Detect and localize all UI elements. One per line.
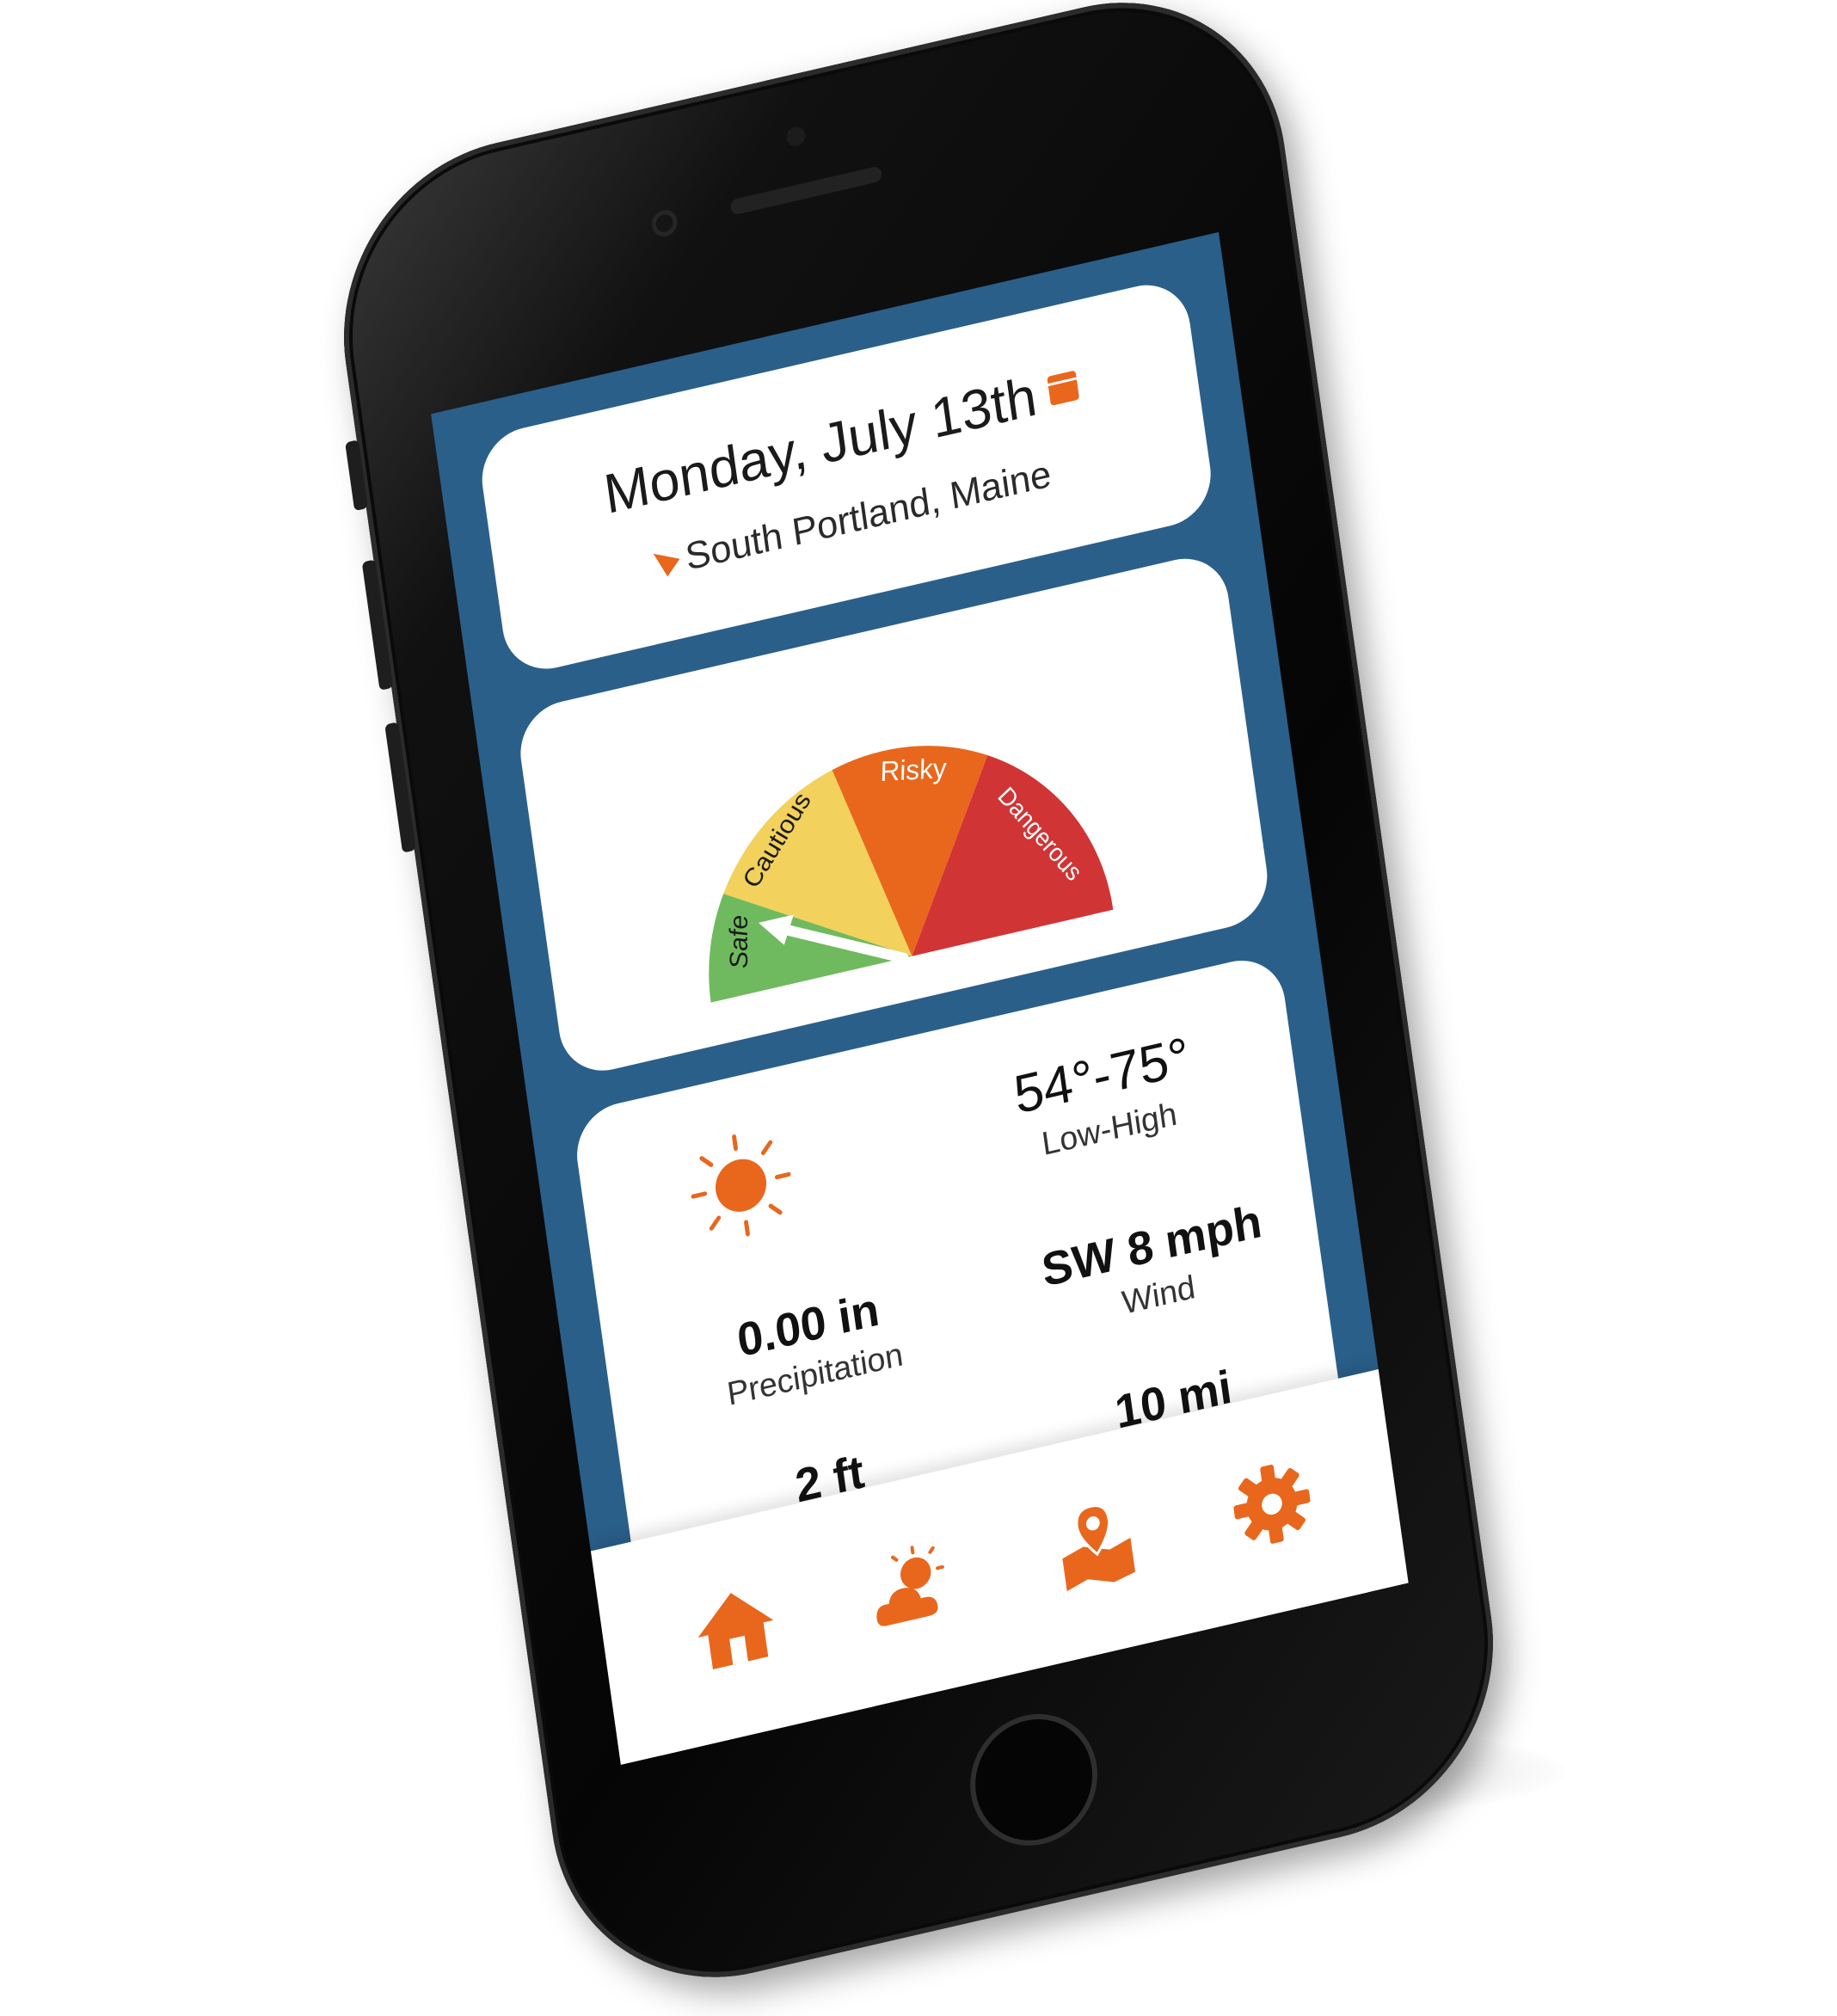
sensor-dot — [785, 125, 807, 149]
location-arrow-icon — [647, 544, 680, 577]
gear-icon — [1233, 1464, 1311, 1544]
tab-home[interactable] — [683, 1570, 789, 1686]
tab-weather[interactable] — [859, 1530, 965, 1645]
mute-switch — [345, 439, 368, 512]
wind-stat: SW 8 mph Wind — [1023, 1190, 1287, 1343]
weather-icon — [876, 1546, 944, 1626]
front-camera — [649, 207, 679, 239]
tab-map[interactable] — [1043, 1487, 1149, 1602]
gauge-label-safe: Safe — [725, 913, 753, 969]
app-screen: Monday, July 13th South Portland, Maine … — [431, 231, 1409, 1765]
home-icon — [697, 1593, 774, 1670]
calendar-icon[interactable] — [1047, 370, 1080, 406]
volume-up-button — [361, 559, 394, 691]
volume-down-button — [384, 722, 416, 853]
precipitation-stat: 0.00 in Precipitation — [679, 1269, 943, 1423]
map-pin-icon — [1062, 1504, 1136, 1592]
sun-icon — [691, 1134, 791, 1237]
risk-gauge: Safe Cautious Risky Dangerous — [709, 746, 1114, 1003]
gauge-label-risky: Risky — [880, 753, 947, 787]
home-button[interactable] — [962, 1700, 1106, 1859]
earpiece-speaker — [729, 165, 883, 216]
temperature-stat: 54°-75° Low-High — [972, 1017, 1238, 1177]
tab-settings[interactable] — [1220, 1447, 1325, 1562]
phone-body: Monday, July 13th South Portland, Maine … — [320, 0, 1517, 2013]
